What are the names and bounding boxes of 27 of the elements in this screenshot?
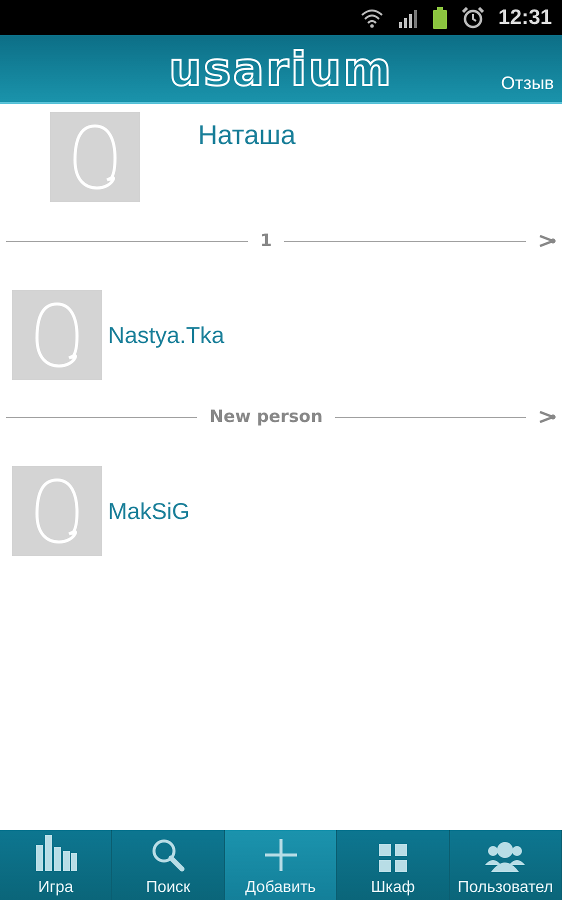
clock: 12:31 — [498, 6, 552, 30]
app-logo: usarium — [168, 42, 394, 96]
user-name[interactable]: MakSiG — [108, 498, 190, 524]
search-icon — [150, 837, 186, 873]
avatar-icon — [33, 476, 81, 546]
battery-icon — [432, 6, 448, 28]
chart-icon — [34, 833, 78, 873]
nav-tab[interactable]: Пользовател — [450, 830, 562, 900]
user-name[interactable]: Nastya.Tka — [108, 322, 224, 348]
wifi-icon — [360, 8, 384, 28]
signal-icon — [398, 8, 418, 28]
feedback-link[interactable]: Отзыв — [501, 73, 554, 94]
nav-tab[interactable]: Поиск — [112, 830, 225, 900]
section-label: 1 — [260, 231, 272, 251]
plus-icon — [262, 837, 299, 873]
nav-tab[interactable]: Игра — [0, 830, 112, 900]
alarm-icon — [462, 6, 484, 28]
nav-tab[interactable]: Шкаф — [337, 830, 450, 900]
section-label: New person — [209, 407, 323, 427]
avatar-icon — [71, 122, 119, 192]
users-icon — [483, 841, 528, 873]
share-icon[interactable] — [538, 232, 556, 250]
share-icon[interactable] — [538, 408, 556, 426]
grid-icon — [378, 843, 408, 873]
nav-tab[interactable]: Добавить — [224, 830, 338, 900]
profile-name[interactable]: Наташа — [198, 120, 296, 151]
avatar-icon — [33, 300, 81, 370]
